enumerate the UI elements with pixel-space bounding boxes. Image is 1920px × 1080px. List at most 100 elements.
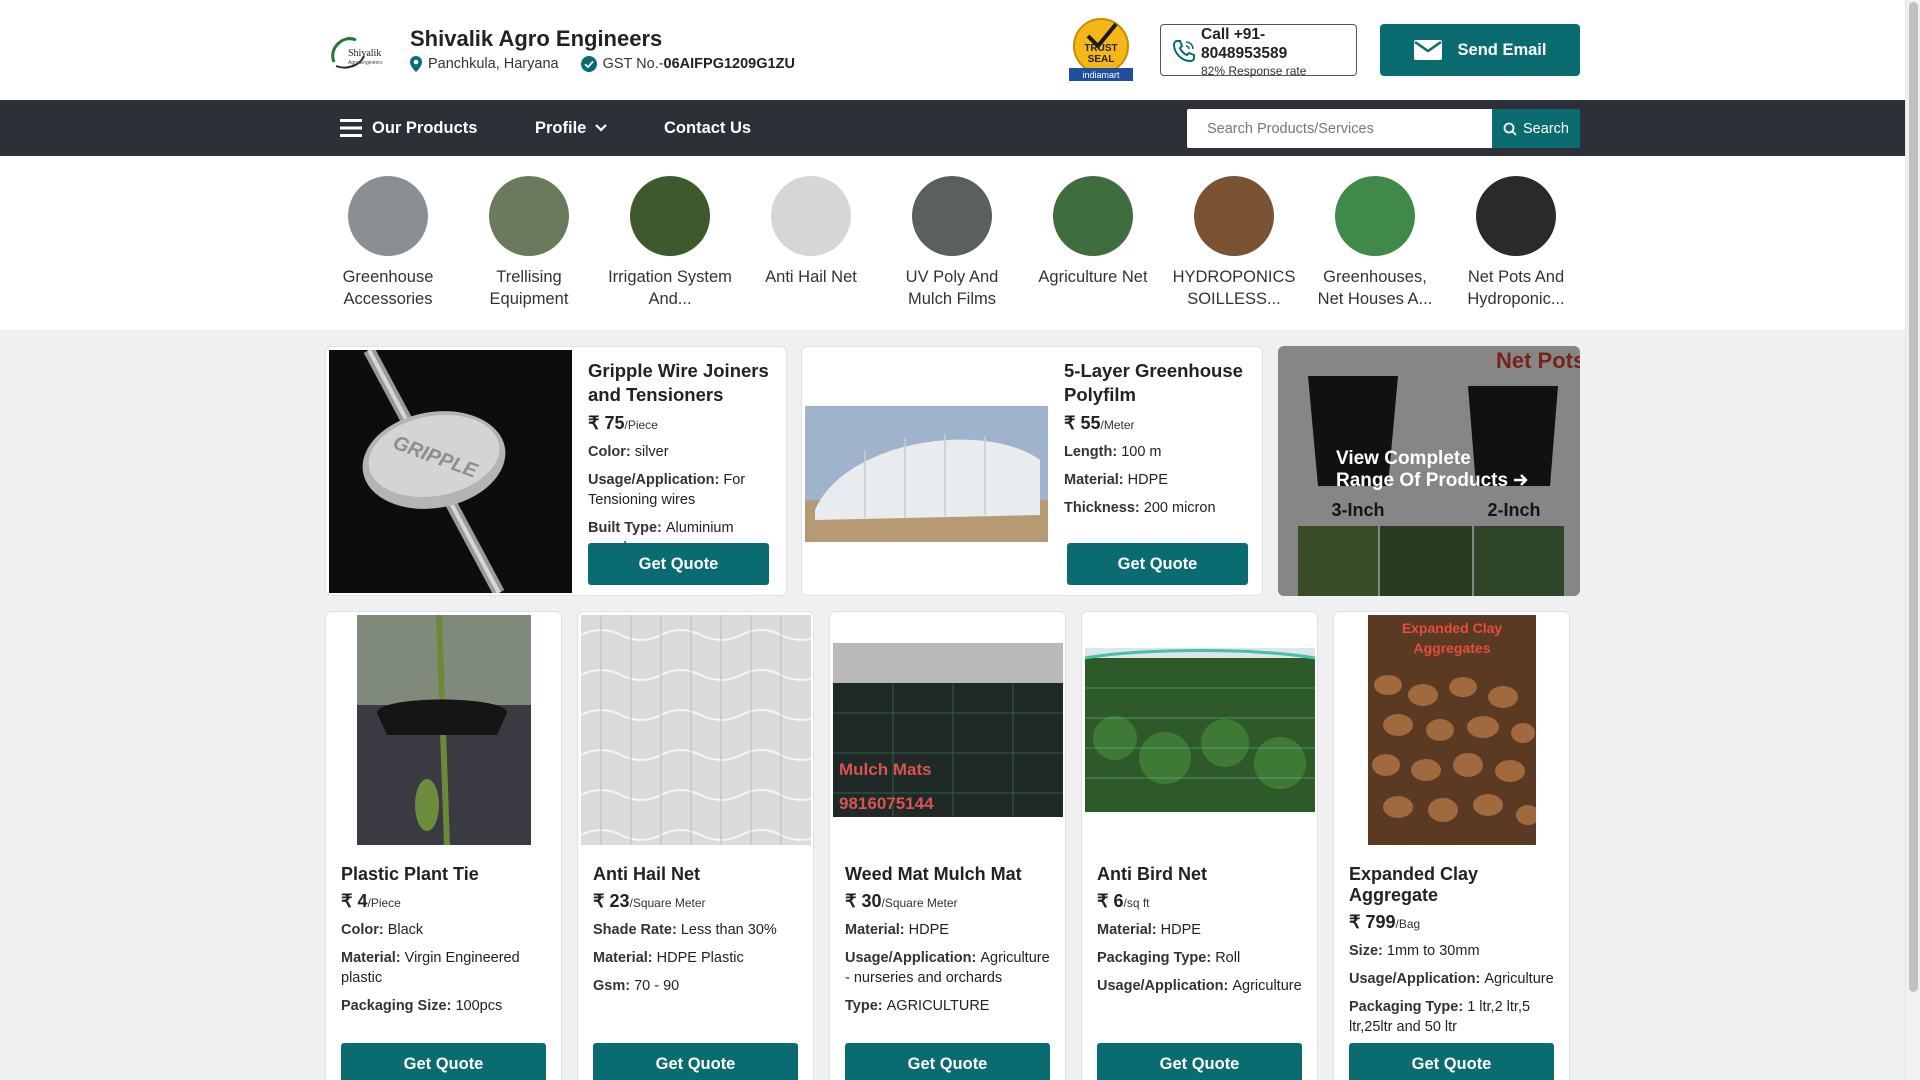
product-title[interactable]: Anti Hail Net bbox=[593, 864, 803, 885]
product-title[interactable]: Plastic Plant Tie bbox=[341, 864, 551, 885]
get-quote-button[interactable]: Get Quote bbox=[1067, 543, 1248, 585]
product-spec: Material: HDPE bbox=[1097, 922, 1201, 938]
product-card[interactable]: Mulch Mats 9816075144 Weed Mat Mulch Mat ₹ … bbox=[829, 611, 1066, 1080]
category-image[interactable] bbox=[348, 176, 428, 256]
category-item[interactable]: UV Poly And Mulch Films bbox=[888, 176, 1016, 310]
price-unit: /Bag bbox=[1395, 917, 1421, 931]
category-image[interactable] bbox=[630, 176, 710, 256]
category-label[interactable]: Net Pots And Hydroponic... bbox=[1452, 266, 1580, 310]
category-image[interactable] bbox=[1194, 176, 1274, 256]
category-label[interactable]: Anti Hail Net bbox=[747, 266, 875, 288]
category-label[interactable]: Greenhouse Accessories bbox=[324, 266, 452, 310]
featured-product-card[interactable]: 5-Layer Greenhouse Polyfilm ₹ 55/Meter L… bbox=[801, 346, 1263, 596]
price-value: 4 bbox=[357, 891, 368, 911]
category-item[interactable]: Greenhouse Accessories bbox=[324, 176, 452, 310]
category-item[interactable]: Agriculture Net bbox=[1029, 176, 1157, 288]
category-image[interactable] bbox=[1335, 176, 1415, 256]
category-label[interactable]: Agriculture Net bbox=[1029, 266, 1157, 288]
view-complete-range-link[interactable]: Net Pots 3-Inch 2-Inch View Complete Ran… bbox=[1278, 346, 1580, 596]
product-card[interactable]: Anti Bird Net ₹ 6/sq ft Material: HDPE Pack… bbox=[1081, 611, 1318, 1080]
company-name[interactable]: Shivalik Agro Engineers bbox=[410, 26, 662, 52]
hamburger-menu-icon bbox=[340, 119, 362, 137]
search-icon bbox=[1503, 122, 1517, 136]
product-price: ₹ 6/sq ft bbox=[1097, 891, 1307, 912]
category-image[interactable] bbox=[1476, 176, 1556, 256]
product-price: ₹ 75/Piece bbox=[588, 413, 773, 434]
product-card[interactable]: Plastic Plant Tie ₹ 4/Piece Color: Black Ma… bbox=[325, 611, 562, 1080]
gst-info: GST No.- 06AIFPG1209G1ZU bbox=[580, 56, 795, 72]
category-item[interactable]: Irrigation System And... bbox=[606, 176, 734, 310]
product-card[interactable]: Anti Hail Net ₹ 23/Square Meter Shade Rate… bbox=[577, 611, 814, 1080]
category-item[interactable]: Trellising Equipment bbox=[465, 176, 593, 310]
category-label[interactable]: UV Poly And Mulch Films bbox=[888, 266, 1016, 310]
product-title[interactable]: Expanded Clay Aggregate bbox=[1349, 864, 1559, 906]
product-spec: Material: HDPE Plastic bbox=[593, 950, 744, 966]
product-image-frame[interactable] bbox=[581, 615, 811, 845]
call-number: Call +91-8048953589 bbox=[1201, 26, 1288, 62]
currency-symbol: ₹ bbox=[1064, 413, 1076, 433]
get-quote-button[interactable]: Get Quote bbox=[1349, 1043, 1554, 1080]
category-label[interactable]: HYDROPONICS SOILLESS... bbox=[1170, 266, 1298, 310]
category-item[interactable]: Greenhouses, Net Houses A... bbox=[1311, 176, 1439, 310]
product-info: Gripple Wire Joiners and Tensioners ₹ 75… bbox=[588, 359, 773, 558]
product-image bbox=[581, 615, 811, 845]
product-price: ₹ 55/Meter bbox=[1064, 413, 1249, 434]
get-quote-button[interactable]: Get Quote bbox=[341, 1043, 546, 1080]
company-logo[interactable]: Shivalik Agro Engineers bbox=[326, 32, 390, 72]
price-unit: /sq ft bbox=[1123, 896, 1150, 910]
category-item[interactable]: Net Pots And Hydroponic... bbox=[1452, 176, 1580, 310]
company-meta: Panchkula, Haryana GST No.- 06AIFPG1209G… bbox=[410, 56, 795, 72]
product-image-frame[interactable] bbox=[1085, 615, 1315, 845]
clay-image-text-1: Expanded Clay bbox=[1402, 620, 1503, 636]
product-image-frame[interactable]: Mulch Mats 9816075144 bbox=[833, 615, 1063, 845]
get-quote-button[interactable]: Get Quote bbox=[593, 1043, 798, 1080]
product-info: Anti Hail Net ₹ 23/Square Meter Shade Rate… bbox=[593, 864, 803, 996]
vertical-scrollbar[interactable] bbox=[1905, 0, 1920, 1080]
mulch-image-text: Mulch Mats bbox=[839, 760, 932, 779]
category-image[interactable] bbox=[489, 176, 569, 256]
category-image[interactable] bbox=[1053, 176, 1133, 256]
search-button[interactable]: Search bbox=[1492, 109, 1580, 148]
send-email-button[interactable]: Send Email bbox=[1380, 24, 1580, 76]
product-title[interactable]: Anti Bird Net bbox=[1097, 864, 1307, 885]
category-image[interactable] bbox=[771, 176, 851, 256]
currency-symbol: ₹ bbox=[1349, 912, 1361, 932]
product-image-frame[interactable]: Expanded Clay Aggregates bbox=[1337, 615, 1567, 845]
arrow-right-icon bbox=[1514, 474, 1529, 486]
get-quote-button[interactable]: Get Quote bbox=[1097, 1043, 1302, 1080]
logo-subtext: Agro Engineers bbox=[348, 60, 383, 66]
product-title[interactable]: Weed Mat Mulch Mat bbox=[845, 864, 1055, 885]
gst-number: 06AIFPG1209G1ZU bbox=[663, 56, 795, 72]
trust-seal-badge[interactable]: TRUST SEAL indiamart bbox=[1066, 16, 1136, 82]
product-title[interactable]: Gripple Wire Joiners and Tensioners bbox=[588, 359, 773, 407]
product-title[interactable]: 5-Layer Greenhouse Polyfilm bbox=[1064, 359, 1249, 407]
product-price: ₹ 4/Piece bbox=[341, 891, 551, 912]
product-spec: Type: AGRICULTURE bbox=[845, 998, 990, 1014]
product-info: Weed Mat Mulch Mat ₹ 30/Square Meter Mater… bbox=[845, 864, 1055, 1016]
featured-product-card[interactable]: GRIPPLE Gripple Wire Joiners and Tension… bbox=[325, 346, 787, 596]
get-quote-button[interactable]: Get Quote bbox=[845, 1043, 1050, 1080]
main-nav: Our Products Profile Contact Us Search bbox=[0, 100, 1905, 156]
category-image[interactable] bbox=[912, 176, 992, 256]
price-value: 799 bbox=[1365, 912, 1396, 932]
product-image-gripple[interactable]: GRIPPLE bbox=[329, 350, 572, 593]
product-image-frame[interactable] bbox=[329, 615, 559, 845]
product-image-polyfilm[interactable] bbox=[805, 350, 1048, 593]
get-quote-button[interactable]: Get Quote bbox=[588, 543, 769, 585]
nav-profile[interactable]: Profile bbox=[535, 100, 608, 156]
category-item[interactable]: HYDROPONICS SOILLESS... bbox=[1170, 176, 1298, 310]
category-label[interactable]: Irrigation System And... bbox=[606, 266, 734, 310]
call-button[interactable]: Call +91-8048953589 82% Response rate bbox=[1160, 24, 1357, 78]
search-input[interactable] bbox=[1187, 109, 1492, 148]
product-spec: Packaging Type: 1 ltr,2 ltr,5 ltr,25ltr … bbox=[1349, 999, 1531, 1035]
price-unit: /Square Meter bbox=[629, 896, 706, 910]
page: Shivalik Agro Engineers Shivalik Agro En… bbox=[0, 0, 1905, 1080]
category-item[interactable]: Anti Hail Net bbox=[747, 176, 875, 288]
scrollbar-thumb[interactable] bbox=[1909, 2, 1918, 992]
mail-icon bbox=[1413, 40, 1442, 60]
category-label[interactable]: Greenhouses, Net Houses A... bbox=[1311, 266, 1439, 310]
nav-our-products[interactable]: Our Products bbox=[340, 100, 477, 156]
product-card[interactable]: Expanded Clay Aggregates Expanded Clay Agg… bbox=[1333, 611, 1570, 1080]
category-label[interactable]: Trellising Equipment bbox=[465, 266, 593, 310]
nav-contact-us[interactable]: Contact Us bbox=[664, 100, 751, 156]
